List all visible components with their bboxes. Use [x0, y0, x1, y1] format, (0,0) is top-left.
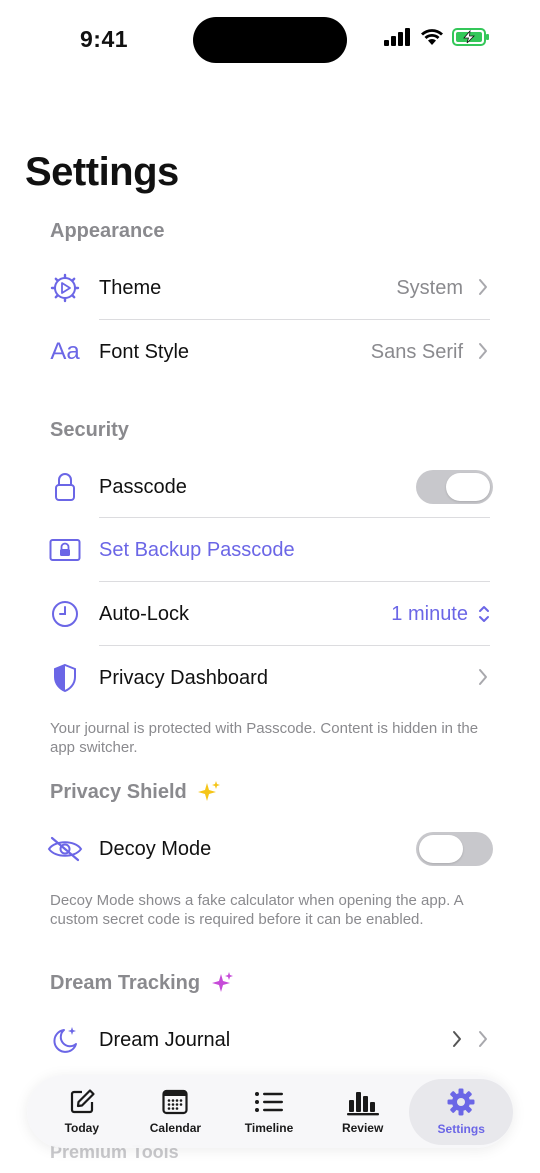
section-header-security: Security [50, 419, 129, 442]
lock-icon [46, 468, 84, 506]
tab-label: Timeline [244, 1121, 294, 1135]
battery-charging-icon [452, 28, 489, 46]
section-header-privacy-shield: Privacy Shield [50, 780, 221, 804]
security-footnote: Your journal is protected with Passcode.… [50, 720, 479, 756]
font-style-value: Sans Serif [370, 340, 463, 363]
toggle-knob [446, 473, 490, 501]
page-title: Settings [25, 150, 179, 194]
list-icon [255, 1092, 284, 1112]
decoy-footnote: Decoy Mode shows a fake calculator when … [50, 892, 463, 928]
auto-lock-row[interactable]: Auto-Lock 1 minute [0, 582, 540, 646]
decoy-mode-label: Decoy Mode [99, 837, 212, 860]
chevron-right-icon [479, 669, 487, 685]
wifi-icon [421, 29, 443, 45]
section-title: Privacy Shield [50, 780, 187, 803]
gear-icon [447, 1088, 475, 1116]
shield-icon [46, 659, 84, 697]
chevron-up-down-icon [479, 606, 489, 622]
set-backup-passcode-label: Set Backup Passcode [99, 538, 295, 561]
decoy-mode-toggle[interactable] [416, 832, 493, 866]
chevron-right-icon [479, 343, 487, 359]
sparkles-icon [197, 781, 220, 801]
set-backup-passcode-row[interactable]: Set Backup Passcode [0, 518, 540, 582]
dynamic-island [193, 17, 347, 63]
toggle-knob [419, 835, 463, 863]
auto-lock-label: Auto-Lock [99, 602, 190, 625]
tab-today[interactable]: Today [35, 1079, 129, 1145]
compose-icon [70, 1089, 95, 1114]
section-title: Security [50, 419, 129, 441]
section-header-dream-tracking: Dream Tracking [50, 971, 234, 995]
section-title: Appearance [50, 220, 165, 242]
section-title: Dream Tracking [50, 971, 201, 994]
status-icons [384, 28, 490, 46]
moon-stars-icon [46, 1021, 84, 1059]
eye-slash-icon [46, 830, 84, 868]
theme-value: System [396, 276, 463, 299]
font-style-icon: Aa [50, 338, 80, 365]
theme-gear-icon [46, 269, 84, 307]
tab-label: Calendar [149, 1121, 202, 1135]
auto-lock-value[interactable]: 1 minute [391, 603, 468, 626]
passcode-row: Passcode [0, 455, 540, 519]
cellular-signal-icon [384, 28, 410, 46]
tab-label: Today [64, 1121, 100, 1135]
theme-row[interactable]: Theme System [0, 256, 540, 320]
passcode-toggle[interactable] [416, 470, 493, 504]
privacy-dashboard-row[interactable]: Privacy Dashboard [0, 646, 540, 710]
dream-journal-label: Dream Journal [99, 1028, 231, 1051]
backup-lock-icon [46, 531, 84, 569]
decoy-mode-row: Decoy Mode [0, 817, 540, 881]
tab-calendar[interactable]: Calendar [129, 1079, 223, 1145]
status-time: 9:41 [80, 26, 129, 52]
tab-timeline[interactable]: Timeline [222, 1079, 316, 1145]
tab-label: Settings [437, 1122, 485, 1136]
sparkles-icon [212, 972, 234, 992]
tab-settings[interactable]: Settings [409, 1078, 513, 1145]
privacy-dashboard-label: Privacy Dashboard [99, 666, 268, 689]
tab-bar: Today Calendar Timeline Review Settings [27, 1075, 513, 1148]
chevron-right-icon [479, 279, 487, 295]
font-style-label: Font Style [99, 340, 190, 363]
passcode-label: Passcode [99, 475, 187, 498]
chevron-right-icon [479, 1031, 487, 1047]
clock-icon [46, 595, 84, 633]
tab-review[interactable]: Review [316, 1079, 410, 1145]
font-style-row[interactable]: Aa Font Style Sans Serif [0, 320, 540, 384]
theme-label: Theme [99, 276, 162, 299]
tab-label: Review [341, 1121, 384, 1135]
status-bar: 9:41 [0, 0, 540, 80]
chevron-right-icon [453, 1031, 461, 1047]
bar-chart-icon [346, 1092, 379, 1116]
section-header-appearance: Appearance [50, 220, 165, 243]
calendar-icon [162, 1089, 189, 1115]
dream-journal-row[interactable]: Dream Journal [0, 1008, 540, 1072]
